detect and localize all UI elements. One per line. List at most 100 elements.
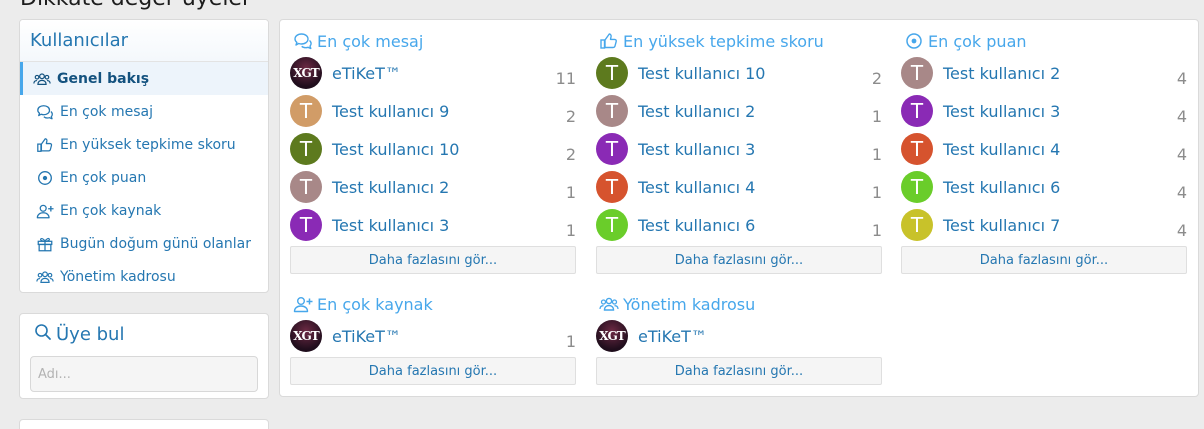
avatar[interactable]: T [596,133,628,165]
member-row: T Test kullanıcı 3 1 [596,132,882,170]
member-row: T Test kullanıcı 10 2 [290,132,576,170]
member-list: XGT eTiKeT™ 1 [290,319,576,357]
member-name-link[interactable]: eTiKeT™ [332,327,401,346]
section-heading[interactable]: En çok puan [904,29,1187,53]
member-name-link[interactable]: Test kullanıcı 3 [332,216,449,235]
see-more-button[interactable]: Daha fazlasını gör... [596,357,882,385]
sidebar-item-label: En yüksek tepkime skoru [60,136,236,153]
member-row: T Test kullanıcı 3 4 [901,94,1187,132]
avatar[interactable]: T [901,171,933,203]
avatar[interactable]: T [901,57,933,89]
member-name-link[interactable]: Test kullanıcı 6 [638,216,755,235]
avatar[interactable]: XGT [596,320,628,352]
member-count: 4 [1176,183,1187,202]
dot-circle-icon [36,169,54,187]
section-1: En yüksek tepkime skoru T Test kullanıcı 1… [596,29,882,274]
avatar[interactable]: T [901,209,933,241]
sidebar-item-1[interactable]: En çok mesaj [20,95,268,128]
member-row: T Test kullanıcı 6 1 [596,208,882,246]
member-row: T Test kullanıcı 2 1 [596,94,882,132]
member-count: 1 [565,183,576,202]
avatar[interactable]: T [596,171,628,203]
avatar[interactable]: T [290,133,322,165]
sidebar-item-label: Bugün doğum günü olanlar [60,235,251,252]
member-name-link[interactable]: Test kullanıcı 2 [943,64,1060,83]
sidebar-next-block [19,419,269,429]
member-name-link[interactable]: Test kullanıcı 4 [943,140,1060,159]
section-title: En çok mesaj [317,31,424,51]
member-row: T Test kullanıcı 2 1 [290,170,576,208]
comments-icon [36,103,54,121]
member-count: 1 [565,332,576,351]
see-more-button[interactable]: Daha fazlasını gör... [901,246,1187,274]
section-4: Yönetim kadrosu XGT eTiKeT™ Daha fazlasını … [596,292,882,385]
section-heading[interactable]: Yönetim kadrosu [599,292,882,316]
avatar[interactable]: T [901,133,933,165]
avatar[interactable]: T [596,95,628,127]
avatar[interactable]: XGT [290,57,322,89]
avatar[interactable]: T [290,209,322,241]
member-count: 2 [871,69,882,88]
member-name-link[interactable]: Test kullanıcı 10 [332,140,459,159]
sidebar-item-0[interactable]: Genel bakış [20,62,268,95]
member-name-link[interactable]: eTiKeT™ [332,64,401,83]
member-row: XGT eTiKeT™ 11 [290,56,576,94]
section-title: En yüksek tepkime skoru [623,31,824,51]
member-count: 2 [565,145,576,164]
member-name-link[interactable]: Test kullanıcı 2 [332,178,449,197]
member-row: T Test kullanıcı 6 4 [901,170,1187,208]
thumbs-up-icon [36,136,54,154]
member-count: 11 [555,69,576,88]
find-member-title-row: Üye bul [20,314,268,346]
member-list: T Test kullanıcı 2 4 T Test kullanıcı 3 4 T Tes… [901,56,1187,246]
avatar[interactable]: T [901,95,933,127]
member-name-input[interactable] [30,356,258,392]
member-name-link[interactable]: Test kullanıcı 4 [638,178,755,197]
member-name-link[interactable]: Test kullanıcı 3 [638,140,755,159]
avatar[interactable]: T [596,57,628,89]
sidebar-item-label: Yönetim kadrosu [60,268,176,285]
member-count: 1 [565,221,576,240]
avatar[interactable]: T [290,95,322,127]
member-row: T Test kullanıcı 9 2 [290,94,576,132]
page-title: Dikkate değer üyeler [20,0,251,11]
section-title: En çok kaynak [317,294,433,314]
avatar[interactable]: XGT [290,320,322,352]
thumbs-up-icon [599,32,619,50]
sidebar-item-4[interactable]: En çok kaynak [20,194,268,227]
gift-icon [36,235,54,253]
member-count: 1 [871,221,882,240]
member-name-link[interactable]: Test kullanıcı 3 [943,102,1060,121]
see-more-button[interactable]: Daha fazlasını gör... [596,246,882,274]
member-list: T Test kullanıcı 10 2 T Test kullanıcı 2 1 T Te… [596,56,882,246]
member-name-link[interactable]: Test kullanıcı 10 [638,64,765,83]
see-more-button[interactable]: Daha fazlasını gör... [290,246,576,274]
sidebar-item-3[interactable]: En çok puan [20,161,268,194]
users-nav-title: Kullanıcılar [20,20,268,62]
sidebar-item-5[interactable]: Bugün doğum günü olanlar [20,227,268,260]
sidebar-item-2[interactable]: En yüksek tepkime skoru [20,128,268,161]
member-count: 1 [871,183,882,202]
member-row: T Test kullanıcı 4 1 [596,170,882,208]
section-heading[interactable]: En çok mesaj [293,29,576,53]
avatar[interactable]: T [290,171,322,203]
member-count: 4 [1176,107,1187,126]
member-list: XGT eTiKeT™ 11 T Test kullanıcı 9 2 T Test kull… [290,56,576,246]
member-row: T Test kullanıcı 3 1 [290,208,576,246]
section-heading[interactable]: En yüksek tepkime skoru [599,29,882,53]
sidebar-item-6[interactable]: Yönetim kadrosu [20,260,268,292]
member-list: XGT eTiKeT™ [596,319,882,357]
see-more-button[interactable]: Daha fazlasını gör... [290,357,576,385]
find-member-block: Üye bul [19,313,269,399]
member-name-link[interactable]: Test kullanıcı 2 [638,102,755,121]
comments-icon [293,32,313,50]
section-heading[interactable]: En çok kaynak [293,292,576,316]
member-name-link[interactable]: eTiKeT™ [638,327,707,346]
avatar[interactable]: T [596,209,628,241]
section-2: En çok puan T Test kullanıcı 2 4 T Test kulla… [901,29,1187,274]
member-name-link[interactable]: Test kullanıcı 7 [943,216,1060,235]
section-title: Yönetim kadrosu [623,294,756,314]
member-count: 4 [1176,145,1187,164]
member-name-link[interactable]: Test kullanıcı 6 [943,178,1060,197]
member-name-link[interactable]: Test kullanıcı 9 [332,102,449,121]
